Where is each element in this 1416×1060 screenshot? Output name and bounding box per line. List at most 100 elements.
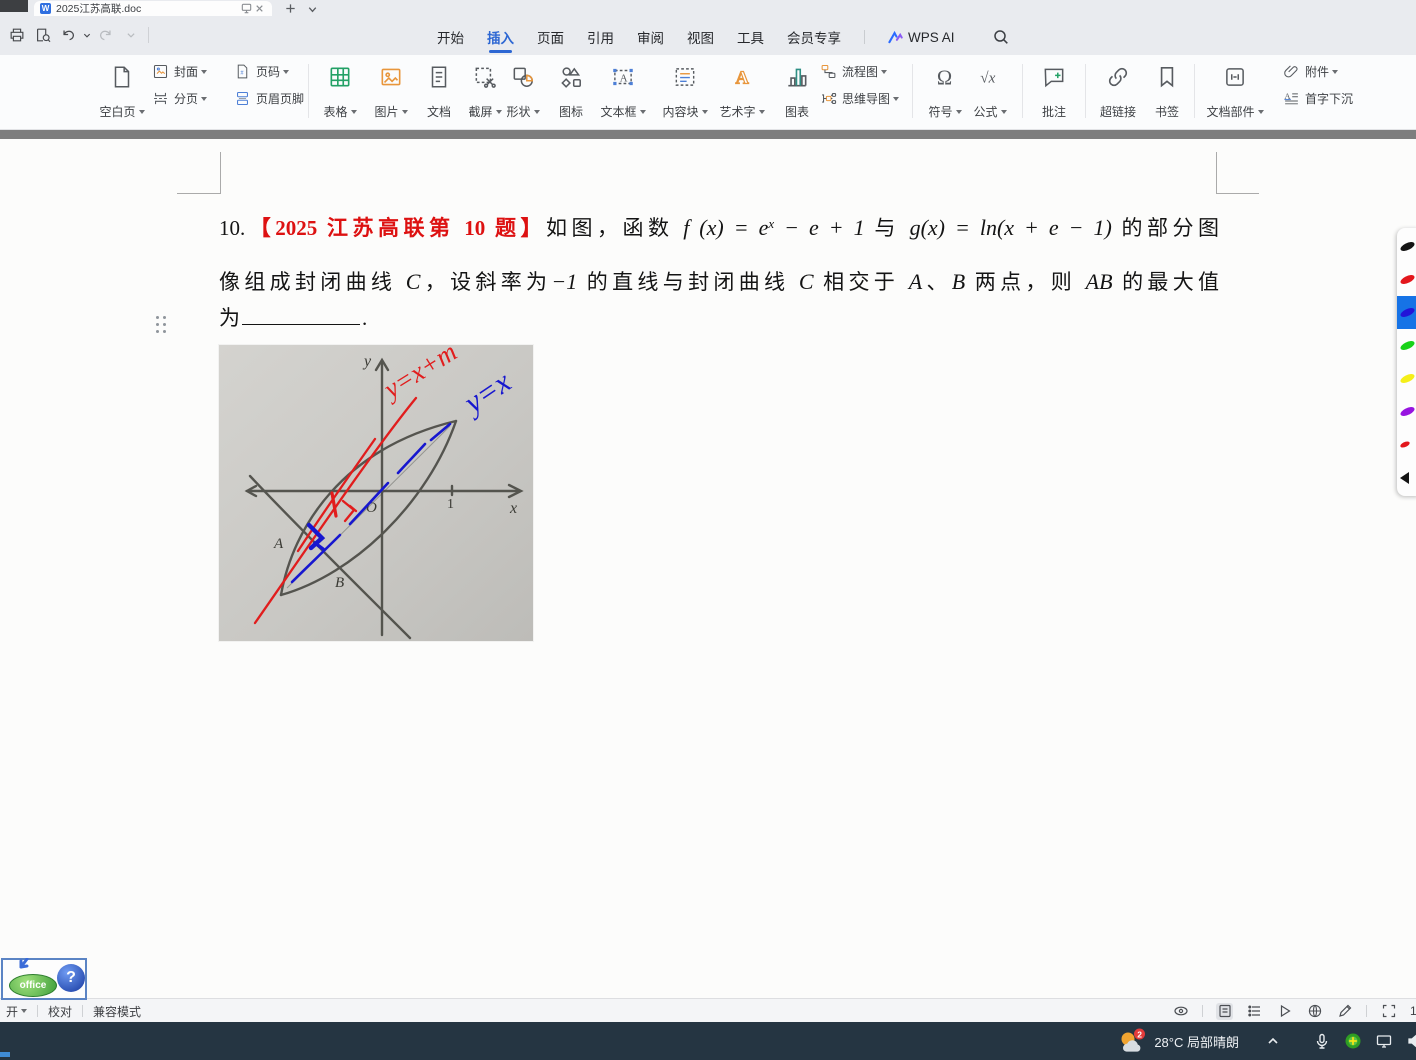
tray-expand-chevron-icon[interactable] <box>1264 1032 1282 1050</box>
play-slideshow-icon[interactable] <box>1276 1003 1293 1020</box>
header-footer-icon <box>234 90 251 107</box>
fullscreen-icon[interactable] <box>1380 1003 1397 1020</box>
page-view-icon[interactable] <box>1216 1003 1233 1020</box>
chevron-down-icon <box>21 1009 27 1013</box>
chevron-down-icon <box>702 110 708 114</box>
outline-view-icon[interactable] <box>1246 1003 1263 1020</box>
tab-list-chevron-icon[interactable] <box>306 3 319 16</box>
document-tab[interactable]: W 2025江苏高联.doc <box>34 1 272 16</box>
pen-black-button[interactable] <box>1397 230 1416 263</box>
ribbon-header-footer-button[interactable]: 页眉页脚 <box>234 90 304 107</box>
eye-preview-icon[interactable] <box>1172 1003 1189 1020</box>
wps-ai-logo <box>888 30 903 45</box>
ribbon-flowchart-button[interactable]: 流程图 <box>820 63 899 80</box>
ribbon-shapes-button[interactable]: 形状 <box>498 61 548 123</box>
status-compat-mode[interactable]: 兼容模式 <box>93 1003 141 1020</box>
textbox-icon: A <box>610 64 636 90</box>
undo-chevron-icon[interactable] <box>78 26 88 44</box>
menu-insert[interactable]: 插入 <box>487 27 514 47</box>
pen-yellow-button[interactable] <box>1397 362 1416 395</box>
ribbon-cover-button[interactable]: 封面 <box>152 63 207 80</box>
ribbon-blank-page-button[interactable]: 空白页 <box>94 61 150 123</box>
menu-member[interactable]: 会员专享 <box>787 27 841 47</box>
document-page[interactable]: 10.【2025 江苏高联第 10 题】如图，函数 f (x) = ex − e… <box>0 139 1416 998</box>
ribbon-doc-button[interactable]: 文档 <box>416 61 462 123</box>
menu-home[interactable]: 开始 <box>437 27 464 47</box>
menu-view[interactable]: 视图 <box>687 27 714 47</box>
close-icon[interactable] <box>253 2 266 15</box>
pen-green-button[interactable] <box>1397 329 1416 362</box>
ribbon-drop-cap-button[interactable]: A 首字下沉 <box>1283 90 1353 107</box>
ribbon-symbol-button[interactable]: Ω 符号 <box>921 61 969 123</box>
ribbon-picture-button[interactable]: 图片 <box>366 61 416 123</box>
new-tab-icon[interactable] <box>284 2 297 15</box>
display-network-icon[interactable] <box>1375 1032 1393 1050</box>
pin-icon[interactable] <box>240 2 253 15</box>
office-assistant-widget[interactable]: office ? <box>1 958 87 1000</box>
microphone-icon[interactable] <box>1313 1032 1331 1050</box>
mindmap-icon <box>820 90 837 107</box>
paragraph-drag-handle-icon[interactable] <box>156 316 172 335</box>
purple-pen-stroke-icon <box>1399 405 1416 418</box>
pen-edit-icon[interactable] <box>1336 1003 1353 1020</box>
search-icon[interactable] <box>992 28 1010 46</box>
screenshot-scissors-icon <box>472 64 498 90</box>
print-preview-icon[interactable] <box>34 26 52 44</box>
answer-blank-underline <box>242 306 360 325</box>
ribbon-formula-button[interactable]: √x 公式 <box>966 61 1014 123</box>
ribbon-chart-button[interactable]: 图表 <box>774 61 820 123</box>
chevron-down-icon <box>640 110 646 114</box>
ribbon-wordart-button[interactable]: A 艺术字 <box>714 61 770 123</box>
chevron-down-icon <box>534 110 540 114</box>
pen-purple-button[interactable] <box>1397 395 1416 428</box>
ribbon-attachment-button[interactable]: 附件 <box>1283 63 1353 80</box>
comment-icon <box>1041 64 1067 90</box>
ribbon-table-button[interactable]: 表格 <box>315 61 365 123</box>
ribbon-comment-button[interactable]: 批注 <box>1031 61 1077 123</box>
ribbon-textbox-button[interactable]: A 文本框 <box>594 61 652 123</box>
menu-wps-ai[interactable]: WPS AI <box>888 30 955 45</box>
ribbon-page-number-button[interactable]: # 页码 <box>234 63 304 80</box>
globe-web-view-icon[interactable] <box>1306 1003 1323 1020</box>
ribbon-doc-parts-button[interactable]: 文档部件 <box>1203 61 1267 123</box>
printer-icon[interactable] <box>8 26 26 44</box>
ribbon-page-break-button[interactable]: 分页 <box>152 90 207 107</box>
ribbon-pagenum-headerfooter-stack: # 页码 页眉页脚 <box>234 63 304 107</box>
ribbon-divider <box>1022 64 1023 118</box>
ribbon-hyperlink-button[interactable]: 超链接 <box>1092 61 1144 123</box>
booster-ball-icon[interactable] <box>1344 1032 1362 1050</box>
chevron-down-icon <box>1332 70 1338 74</box>
ribbon-bookmark-button[interactable]: 书签 <box>1146 61 1188 123</box>
pen-small-red-button[interactable] <box>1397 428 1416 461</box>
palette-collapse-button[interactable] <box>1397 461 1416 494</box>
menu-reference[interactable]: 引用 <box>587 27 614 47</box>
redo-icon[interactable] <box>96 26 114 44</box>
ribbon-content-block-button[interactable]: 内容块 <box>656 61 714 123</box>
undo-icon[interactable] <box>60 26 78 44</box>
taskbar-weather-widget[interactable]: 2 28°C 局部晴朗 <box>1117 1028 1239 1054</box>
menu-page[interactable]: 页面 <box>537 27 564 47</box>
speaker-icon[interactable] <box>1406 1032 1416 1050</box>
figure-label-a: A <box>273 536 284 552</box>
zoom-value-partial[interactable]: 1 <box>1410 1004 1416 1018</box>
ribbon-mindmap-button[interactable]: 思维导图 <box>820 90 899 107</box>
ribbon-toolbar: 空白页 封面 分页 # 页码 页眉页脚 表格 图片 文档 <box>0 55 1416 130</box>
office-assistant-ball[interactable]: office <box>9 974 57 997</box>
menu-tools[interactable]: 工具 <box>737 27 764 47</box>
picture-icon <box>378 64 404 90</box>
quickbar-chevron-icon[interactable] <box>122 26 134 44</box>
pen-red-button[interactable] <box>1397 263 1416 296</box>
status-bar: 开 校对 兼容模式 1 <box>0 998 1416 1023</box>
status-proofread[interactable]: 校对 <box>48 1003 72 1020</box>
help-button[interactable]: ? <box>57 964 85 992</box>
ribbon-cover-pagebreak-stack: 封面 分页 <box>152 63 207 107</box>
status-open-menu[interactable]: 开 <box>6 1003 27 1020</box>
green-pen-stroke-icon <box>1399 339 1416 352</box>
menu-review[interactable]: 审阅 <box>637 27 664 47</box>
problem-figure-image[interactable]: y x O 1 A B y=x+m <box>219 345 533 641</box>
blue-pen-stroke-icon <box>1399 306 1416 319</box>
pen-blue-button-selected[interactable] <box>1397 296 1416 329</box>
ribbon-icon-library-button[interactable]: 图标 <box>548 61 594 123</box>
wordart-icon: A <box>729 64 755 90</box>
document-workspace: 10.【2025 江苏高联第 10 题】如图，函数 f (x) = ex − e… <box>0 130 1416 998</box>
